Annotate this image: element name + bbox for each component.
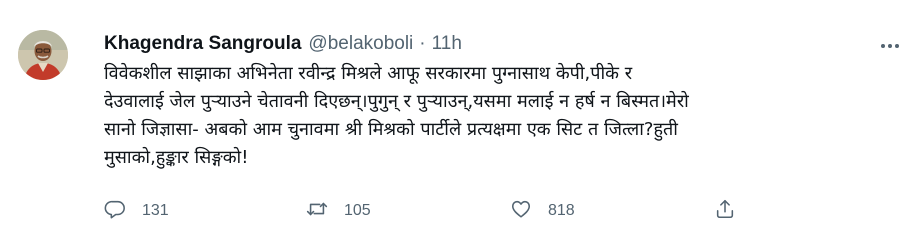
- timestamp[interactable]: 11h: [432, 33, 462, 55]
- tweet-text-line: सानो जिज्ञासा- अबको अ‍ाम चुनावमा श्री मि…: [104, 119, 678, 140]
- retweet-arrows-icon: [306, 198, 328, 224]
- author-name[interactable]: Khagendra Sangroula: [104, 33, 301, 55]
- reply-button[interactable]: 131: [104, 196, 169, 226]
- more-dots-icon: [880, 34, 900, 53]
- avatar[interactable]: [18, 30, 68, 80]
- reply-count: 131: [142, 202, 169, 219]
- tweet-text: विवेकशील साझाका अभिनेता रवीन्द्र मिश्रले…: [104, 60, 894, 172]
- tweet-text-line: मुसाको,हुङ्कार सिङ्गको!: [104, 147, 249, 168]
- more-options-button[interactable]: [876, 30, 904, 56]
- heart-outline-icon: [510, 198, 532, 224]
- comment-bubble-icon: [104, 198, 126, 224]
- tweet-card[interactable]: Khagendra Sangroula @belakoboli · 11h वि…: [0, 0, 916, 246]
- tweet-text-line: विवेकशील साझाका अभिनेता रवीन्द्र मिश्रले…: [104, 63, 633, 84]
- tweet-actions: 131 105 818: [104, 196, 744, 226]
- author-handle[interactable]: @belakoboli: [308, 33, 413, 55]
- tweet-header: Khagendra Sangroula @belakoboli · 11h: [104, 32, 462, 56]
- share-button[interactable]: [714, 196, 736, 226]
- like-count: 818: [548, 202, 575, 219]
- like-button[interactable]: 818: [510, 196, 575, 226]
- share-upload-icon: [714, 198, 736, 224]
- separator-dot: ·: [419, 33, 426, 54]
- tweet-text-line: देउवालाई जेल पुर्‍याउने चेतावनी दिएछन्।प…: [104, 91, 689, 112]
- retweet-count: 105: [344, 202, 371, 219]
- retweet-button[interactable]: 105: [306, 196, 371, 226]
